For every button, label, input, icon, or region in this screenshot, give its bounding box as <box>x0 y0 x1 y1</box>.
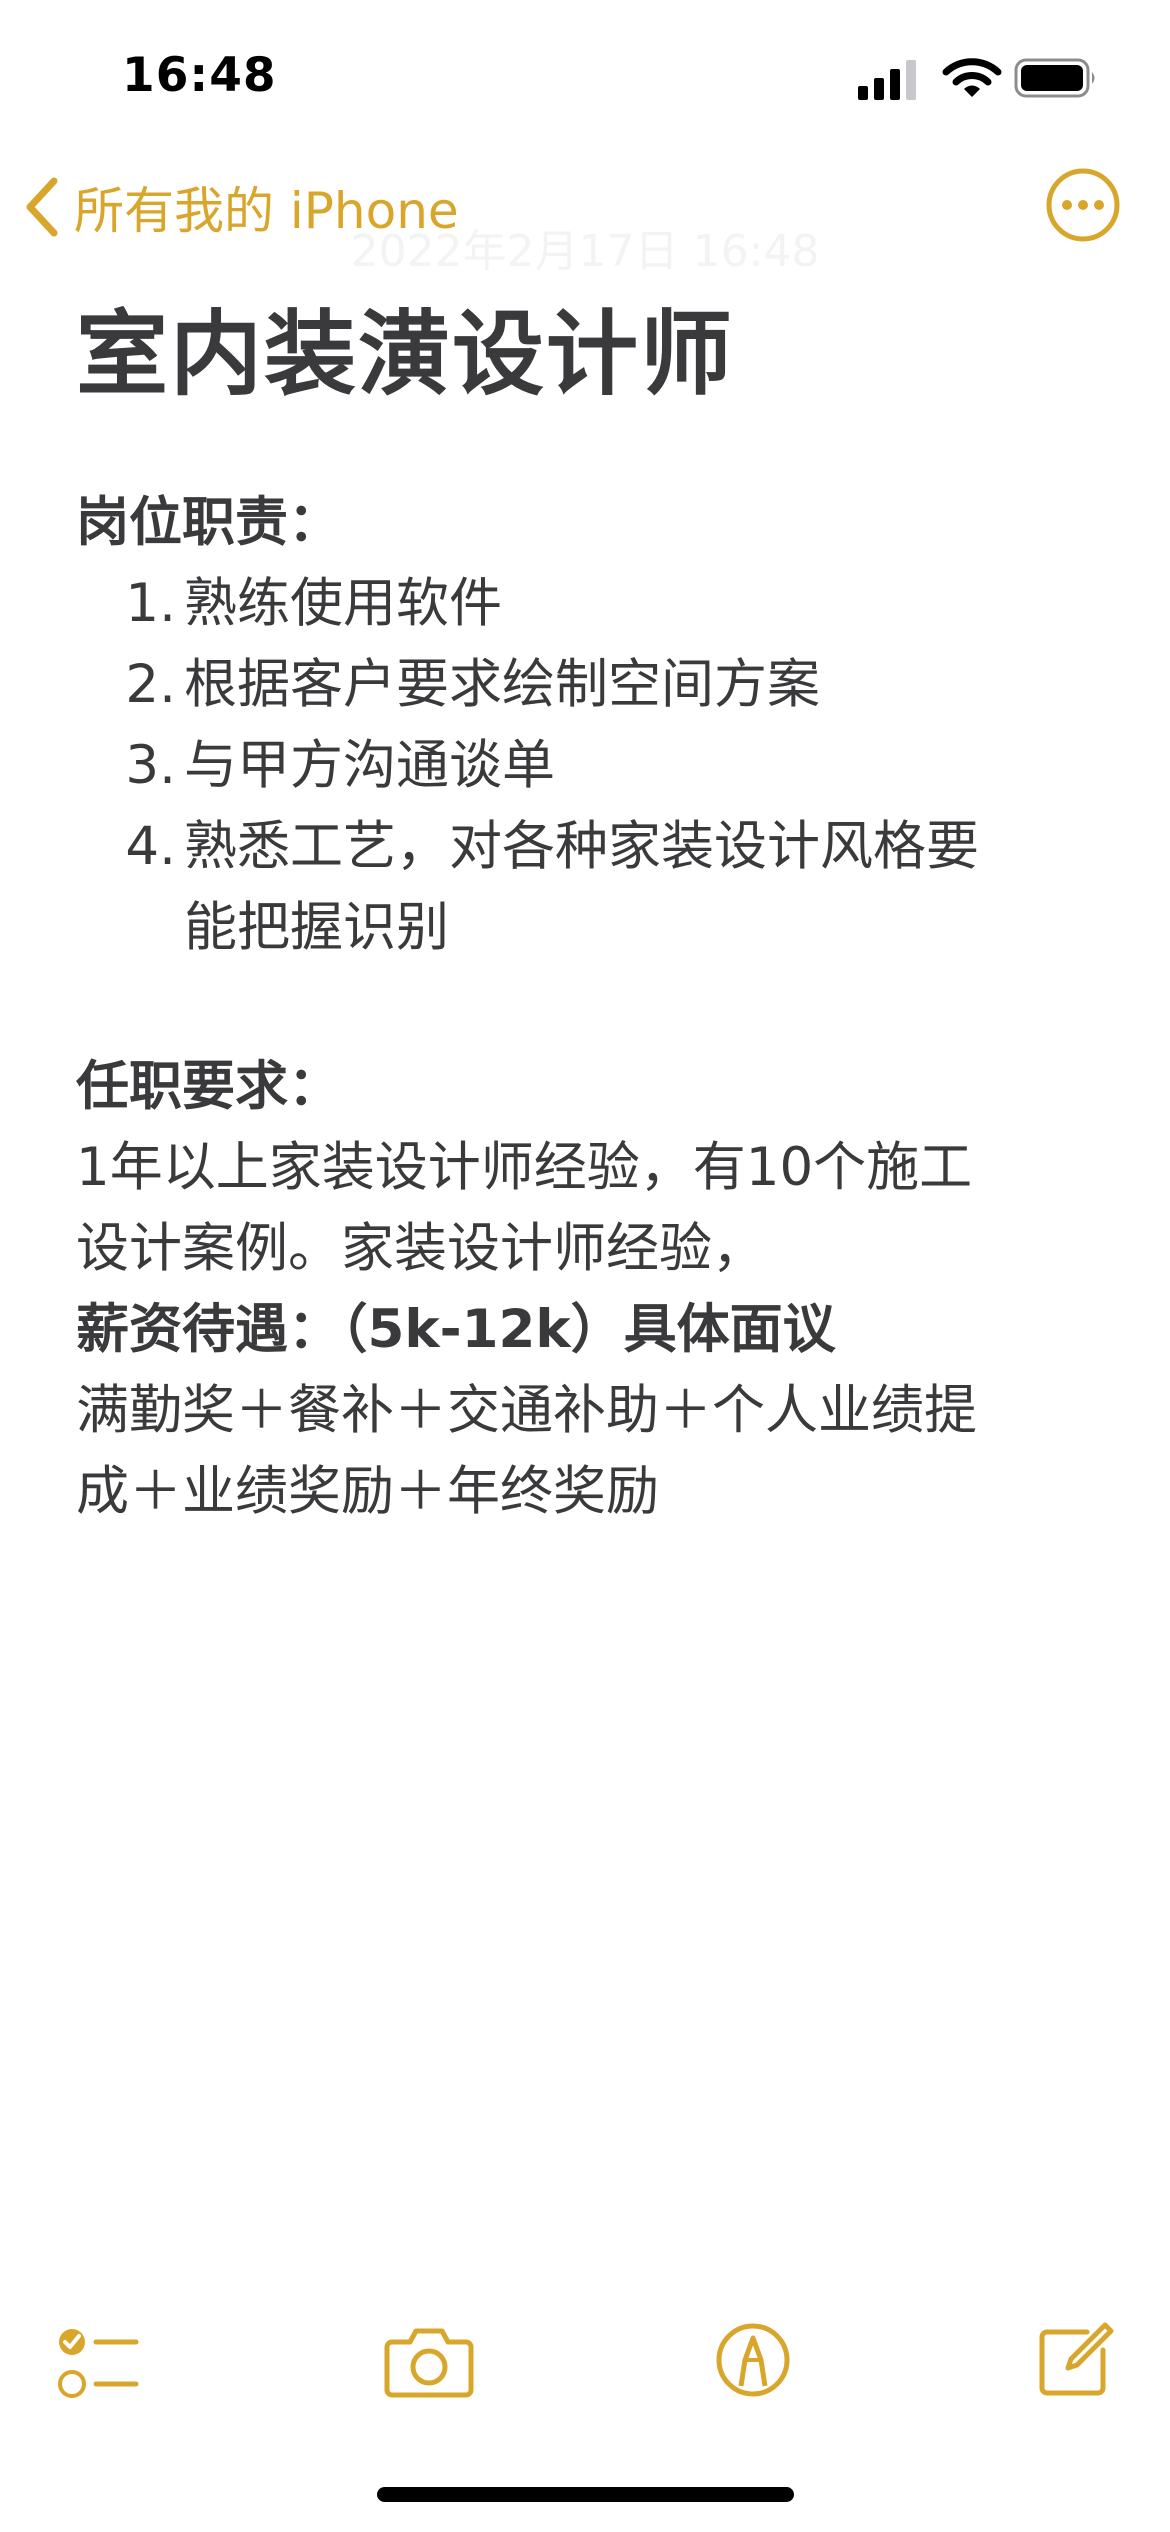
list-text: 与甲方沟通谈单 <box>184 735 555 796</box>
benefits-text: 满勤奖＋餐补＋交通补助＋个人业绩提 <box>76 1380 977 1441</box>
note-title: 室内装潢设计师 <box>76 301 735 408</box>
requirements-text: 设计案例。家装设计师经验， <box>76 1218 765 1279</box>
home-indicator[interactable] <box>377 2487 794 2502</box>
cellular-signal-icon <box>858 60 916 100</box>
section-heading-duties: 岗位职责： <box>76 492 341 553</box>
list-text: 根据客户要求绘制空间方案 <box>184 654 820 715</box>
markup-pen-icon[interactable] <box>715 2320 791 2400</box>
list-item: 2. 根据客户要求绘制空间方案 <box>76 644 1106 725</box>
battery-icon <box>1014 58 1095 98</box>
list-number: 2. <box>125 654 176 715</box>
ellipsis-circle-icon[interactable] <box>1045 167 1121 243</box>
salary-text: 薪资待遇：（5k-12k）具体面议 <box>76 1299 836 1360</box>
list-item: 4. 熟悉工艺，对各种家装设计风格要 <box>76 806 1106 887</box>
camera-icon[interactable] <box>384 2324 474 2398</box>
status-time: 16:48 <box>122 48 277 103</box>
list-text: 熟练使用软件 <box>184 573 502 634</box>
list-text: 熟悉工艺，对各种家装设计风格要 <box>184 816 979 877</box>
back-label: 所有我的 iPhone <box>74 182 459 240</box>
benefits-text: 成＋业绩奖励＋年终奖励 <box>76 1461 659 1522</box>
back-button[interactable]: 所有我的 iPhone <box>22 172 459 242</box>
checklist-icon[interactable] <box>56 2324 140 2404</box>
list-number: 4. <box>125 816 176 877</box>
list-text-continued: 能把握识别 <box>184 897 449 958</box>
list-item: 1. 熟练使用软件 <box>76 563 1106 644</box>
chevron-left-icon <box>26 177 58 237</box>
section-heading-requirements: 任职要求： <box>76 1056 341 1117</box>
requirements-text: 1年以上家装设计师经验，有10个施工 <box>76 1137 973 1198</box>
status-bar: 16:48 <box>0 0 1170 150</box>
list-number: 1. <box>125 573 176 634</box>
list-number: 3. <box>125 735 176 796</box>
wifi-icon <box>942 58 1002 97</box>
compose-icon[interactable] <box>1035 2320 1115 2400</box>
list-item: 3. 与甲方沟通谈单 <box>76 725 1106 806</box>
bottom-toolbar <box>0 2300 1170 2450</box>
note-body[interactable]: 室内装潢设计师 岗位职责： 1. 熟练使用软件 2. 根据客户要求绘制空间方案 … <box>76 290 1106 1532</box>
